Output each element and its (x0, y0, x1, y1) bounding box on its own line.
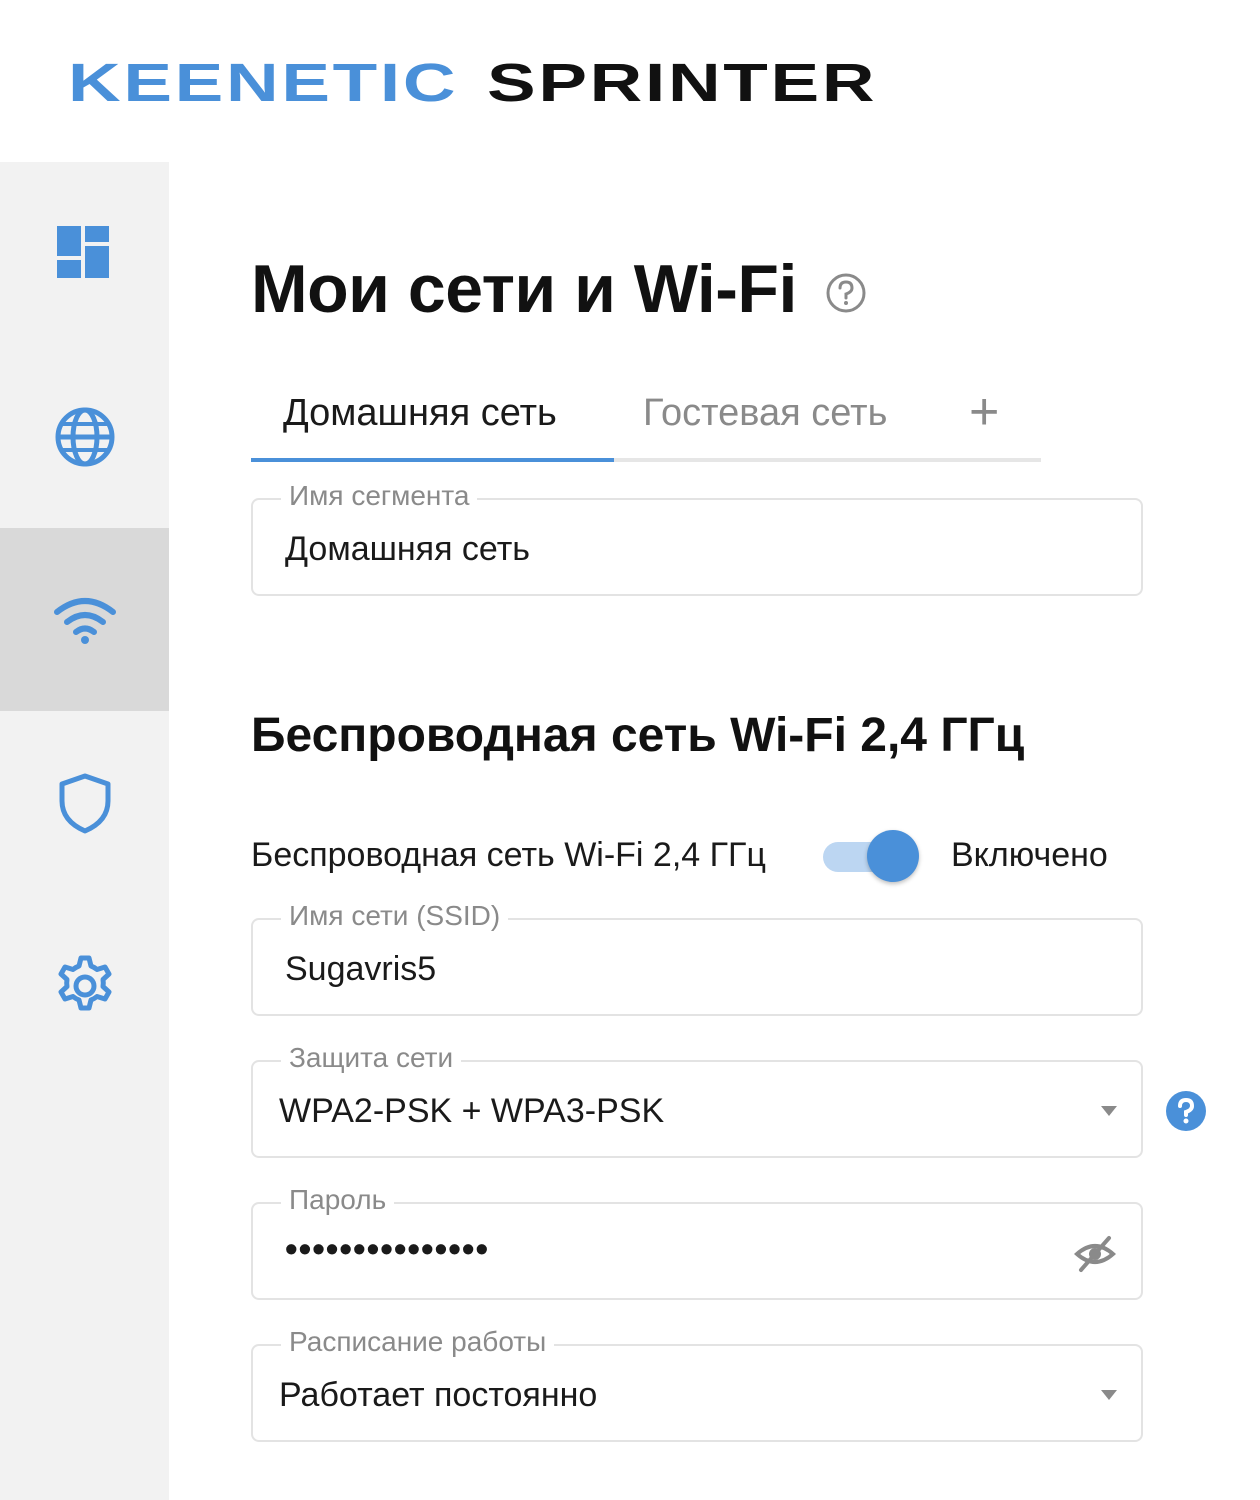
help-icon[interactable] (825, 272, 867, 314)
globe-icon (55, 407, 114, 466)
tab-guest-network[interactable]: Гостевая сеть (643, 392, 887, 435)
shield-icon (59, 773, 110, 833)
security-value[interactable]: WPA2-PSK + WPA3-PSK (279, 1092, 664, 1131)
wifi24-toggle-label: Беспроводная сеть Wi-Fi 2,4 ГГц (251, 836, 766, 874)
wifi-icon (53, 597, 116, 644)
ssid-value[interactable]: Sugavris5 (285, 950, 436, 989)
password-value[interactable]: ••••••••••••••• (285, 1228, 489, 1270)
section-title-wifi24: Беспроводная сеть Wi-Fi 2,4 ГГц (251, 709, 1025, 762)
security-label: Защита сети (281, 1042, 462, 1074)
toggle-knob (867, 830, 919, 882)
sidebar-item-settings[interactable] (0, 894, 169, 1077)
header: KEENETIC SPRINTER (0, 0, 1260, 162)
password-label: Пароль (281, 1184, 395, 1216)
sidebar-item-internet[interactable] (0, 345, 169, 528)
security-select[interactable]: Защита сети WPA2-PSK + WPA3-PSK (251, 1042, 1143, 1158)
eye-off-icon[interactable] (1073, 1232, 1117, 1276)
add-segment-button[interactable]: + (969, 382, 999, 442)
logo-model: SPRINTER (487, 53, 878, 113)
ssid-field[interactable]: Имя сети (SSID) Sugavris5 (251, 900, 1143, 1016)
sidebar-item-dashboard[interactable] (0, 162, 169, 345)
schedule-value[interactable]: Работает постоянно (279, 1376, 597, 1415)
security-help-icon[interactable] (1165, 1090, 1207, 1132)
schedule-select[interactable]: Расписание работы Работает постоянно (251, 1326, 1143, 1442)
page-title: Мои сети и Wi-Fi (251, 251, 797, 327)
sidebar-item-security[interactable] (0, 711, 169, 894)
main-content: Мои сети и Wi-Fi Домашняя сеть Гостевая … (169, 162, 1260, 1500)
dashboard-icon (56, 225, 109, 278)
schedule-label: Расписание работы (281, 1326, 555, 1358)
wifi24-toggle-state: Включено (951, 836, 1108, 874)
segment-name-value[interactable]: Домашняя сеть (285, 530, 530, 569)
ssid-label: Имя сети (SSID) (281, 900, 509, 932)
wifi24-toggle[interactable] (823, 830, 921, 882)
gear-icon (58, 955, 111, 1010)
sidebar-item-my-networks[interactable] (0, 528, 169, 711)
chevron-down-icon[interactable] (1101, 1390, 1117, 1400)
segment-name-field[interactable]: Имя сегмента Домашняя сеть (251, 480, 1143, 596)
segment-name-label: Имя сегмента (281, 480, 478, 512)
logo-brand: KEENETIC (68, 53, 459, 113)
password-field[interactable]: Пароль ••••••••••••••• (251, 1184, 1143, 1300)
sidebar (0, 162, 169, 1500)
active-tab-indicator (251, 458, 614, 462)
tab-bar: Домашняя сеть Гостевая сеть + (251, 372, 1041, 462)
logo[interactable]: KEENETIC SPRINTER (68, 52, 875, 114)
tab-home-network[interactable]: Домашняя сеть (283, 392, 557, 435)
chevron-down-icon[interactable] (1101, 1106, 1117, 1116)
